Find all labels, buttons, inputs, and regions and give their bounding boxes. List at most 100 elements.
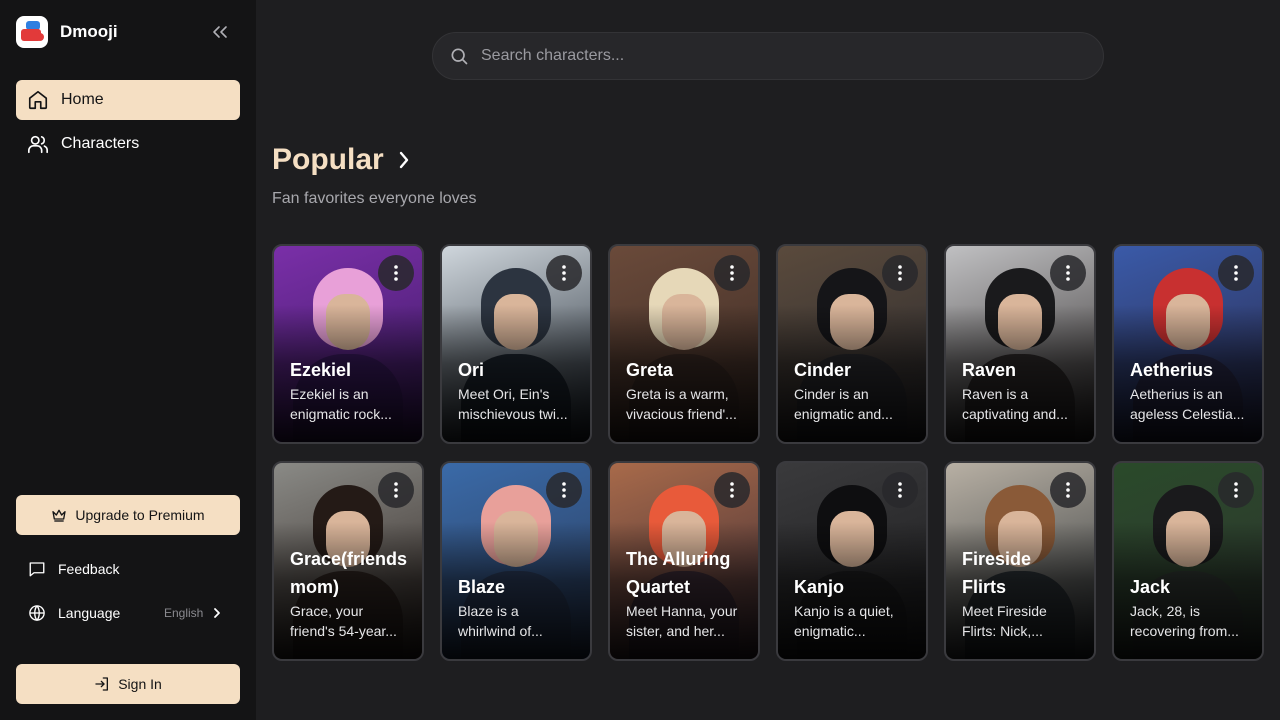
character-description: Grace, your friend's 54-year... bbox=[290, 601, 412, 641]
character-info: Ezekiel Ezekiel is an enigmatic rock... bbox=[290, 356, 412, 424]
home-icon bbox=[28, 90, 48, 110]
card-menu-button[interactable] bbox=[882, 472, 918, 508]
card-menu-button[interactable] bbox=[546, 472, 582, 508]
collapse-sidebar-button[interactable] bbox=[208, 22, 232, 42]
crown-icon bbox=[52, 509, 67, 522]
character-card[interactable]: Greta Greta is a warm, vivacious friend'..… bbox=[608, 244, 760, 444]
more-vertical-icon bbox=[394, 482, 398, 498]
character-description-line: Cinder is an bbox=[794, 386, 869, 402]
nav-home[interactable]: Home bbox=[16, 80, 240, 120]
upgrade-label: Upgrade to Premium bbox=[75, 507, 205, 523]
card-menu-button[interactable] bbox=[1218, 472, 1254, 508]
more-vertical-icon bbox=[1066, 482, 1070, 498]
character-description-line: enigmatic... bbox=[794, 623, 866, 639]
character-card[interactable]: Blaze Blaze is a whirlwind of... bbox=[440, 461, 592, 661]
character-description: Blaze is a whirlwind of... bbox=[458, 601, 580, 641]
card-menu-button[interactable] bbox=[714, 255, 750, 291]
character-card[interactable]: Cinder Cinder is an enigmatic and... bbox=[776, 244, 928, 444]
character-info: Blaze Blaze is a whirlwind of... bbox=[458, 573, 580, 641]
character-card[interactable]: Kanjo Kanjo is a quiet, enigmatic... bbox=[776, 461, 928, 661]
character-description-line: Kanjo is a quiet, bbox=[794, 603, 894, 619]
character-name: Aetherius bbox=[1130, 360, 1214, 380]
character-info: Kanjo Kanjo is a quiet, enigmatic... bbox=[794, 573, 916, 641]
card-menu-button[interactable] bbox=[1050, 255, 1086, 291]
card-menu-button[interactable] bbox=[1218, 255, 1254, 291]
sign-in-button[interactable]: Sign In bbox=[16, 664, 240, 704]
character-card[interactable]: Aetherius Aetherius is an ageless Celestia… bbox=[1112, 244, 1264, 444]
character-description: Greta is a warm, vivacious friend'... bbox=[626, 384, 748, 424]
section-header[interactable]: Popular bbox=[272, 143, 410, 177]
card-menu-button[interactable] bbox=[378, 255, 414, 291]
character-name: Kanjo bbox=[794, 577, 845, 597]
character-description: Kanjo is a quiet, enigmatic... bbox=[794, 601, 916, 641]
character-name: The Alluring Quartet bbox=[626, 545, 748, 601]
character-description: Cinder is an enigmatic and... bbox=[794, 384, 916, 424]
app-logo-icon bbox=[16, 16, 48, 48]
character-card[interactable]: Grace(friends mom) Grace, your friend's 54-… bbox=[272, 461, 424, 661]
character-description: Meet Ori, Ein's mischievous twi... bbox=[458, 384, 580, 424]
character-info: Fireside Flirts Meet Fireside Flirts: Nick,… bbox=[962, 545, 1084, 641]
character-card[interactable]: Ori Meet Ori, Ein's mischievous twi... bbox=[440, 244, 592, 444]
character-description-line: vivacious friend'... bbox=[626, 406, 737, 422]
card-menu-button[interactable] bbox=[882, 255, 918, 291]
character-info: Ori Meet Ori, Ein's mischievous twi... bbox=[458, 356, 580, 424]
character-description-line: ageless Celestia... bbox=[1130, 406, 1245, 422]
character-description-line: Jack, 28, is bbox=[1130, 603, 1201, 619]
search-bar[interactable] bbox=[432, 32, 1104, 80]
app-name: Dmooji bbox=[60, 22, 118, 41]
section-title: Popular bbox=[272, 143, 384, 176]
character-description-line: enigmatic rock... bbox=[290, 406, 392, 422]
character-grid: Ezekiel Ezekiel is an enigmatic rock... Ori… bbox=[272, 244, 1272, 664]
character-info: Grace(friends mom) Grace, your friend's 54-… bbox=[290, 545, 412, 641]
more-vertical-icon bbox=[730, 265, 734, 281]
character-info: Cinder Cinder is an enigmatic and... bbox=[794, 356, 916, 424]
nav-characters-label: Characters bbox=[61, 135, 140, 152]
character-name: Raven bbox=[962, 360, 1017, 380]
character-description-line: captivating and... bbox=[962, 406, 1068, 422]
character-name: Blaze bbox=[458, 577, 506, 597]
more-vertical-icon bbox=[730, 482, 734, 498]
character-info: Greta Greta is a warm, vivacious friend'..… bbox=[626, 356, 748, 424]
more-vertical-icon bbox=[1234, 482, 1238, 498]
character-description-line: enigmatic and... bbox=[794, 406, 893, 422]
character-description-line: Meet Ori, Ein's bbox=[458, 386, 550, 402]
character-card[interactable]: Fireside Flirts Meet Fireside Flirts: Nick,… bbox=[944, 461, 1096, 661]
search-input[interactable] bbox=[481, 47, 1041, 65]
character-card[interactable]: Raven Raven is a captivating and... bbox=[944, 244, 1096, 444]
nav-characters[interactable]: Characters bbox=[16, 124, 240, 164]
card-menu-button[interactable] bbox=[378, 472, 414, 508]
feedback-link[interactable]: Feedback bbox=[28, 557, 228, 581]
character-description: Meet Hanna, your sister, and her... bbox=[626, 601, 748, 641]
character-description-line: Flirts: Nick,... bbox=[962, 623, 1043, 639]
character-description: Ezekiel is an enigmatic rock... bbox=[290, 384, 412, 424]
character-description: Aetherius is an ageless Celestia... bbox=[1130, 384, 1252, 424]
more-vertical-icon bbox=[1066, 265, 1070, 281]
character-description-line: Blaze is a bbox=[458, 603, 519, 619]
character-name-line: The Alluring bbox=[626, 549, 731, 569]
character-card[interactable]: Jack Jack, 28, is recovering from... bbox=[1112, 461, 1264, 661]
card-menu-button[interactable] bbox=[546, 255, 582, 291]
character-description-line: Raven is a bbox=[962, 386, 1029, 402]
chevrons-left-icon bbox=[213, 26, 227, 38]
brand[interactable]: Dmooji bbox=[16, 16, 118, 48]
character-name: Ori bbox=[458, 360, 485, 380]
chevron-right-icon[interactable] bbox=[398, 150, 410, 170]
character-description-line: Meet Hanna, your bbox=[626, 603, 738, 619]
character-description-line: recovering from... bbox=[1130, 623, 1239, 639]
card-menu-button[interactable] bbox=[1050, 472, 1086, 508]
card-menu-button[interactable] bbox=[714, 472, 750, 508]
more-vertical-icon bbox=[1234, 265, 1238, 281]
character-name-line: Fireside bbox=[962, 549, 1032, 569]
character-name-line: Grace(friends bbox=[290, 549, 408, 569]
character-card[interactable]: The Alluring Quartet Meet Hanna, your siste… bbox=[608, 461, 760, 661]
users-icon bbox=[28, 135, 48, 154]
upgrade-button[interactable]: Upgrade to Premium bbox=[16, 495, 240, 535]
character-description-line: sister, and her... bbox=[626, 623, 725, 639]
character-description-line: Greta is a warm, bbox=[626, 386, 729, 402]
more-vertical-icon bbox=[898, 265, 902, 281]
section-subtitle: Fan favorites everyone loves bbox=[272, 190, 477, 207]
language-value[interactable]: English bbox=[164, 606, 221, 620]
character-card[interactable]: Ezekiel Ezekiel is an enigmatic rock... bbox=[272, 244, 424, 444]
character-description: Jack, 28, is recovering from... bbox=[1130, 601, 1252, 641]
character-info: Raven Raven is a captivating and... bbox=[962, 356, 1084, 424]
